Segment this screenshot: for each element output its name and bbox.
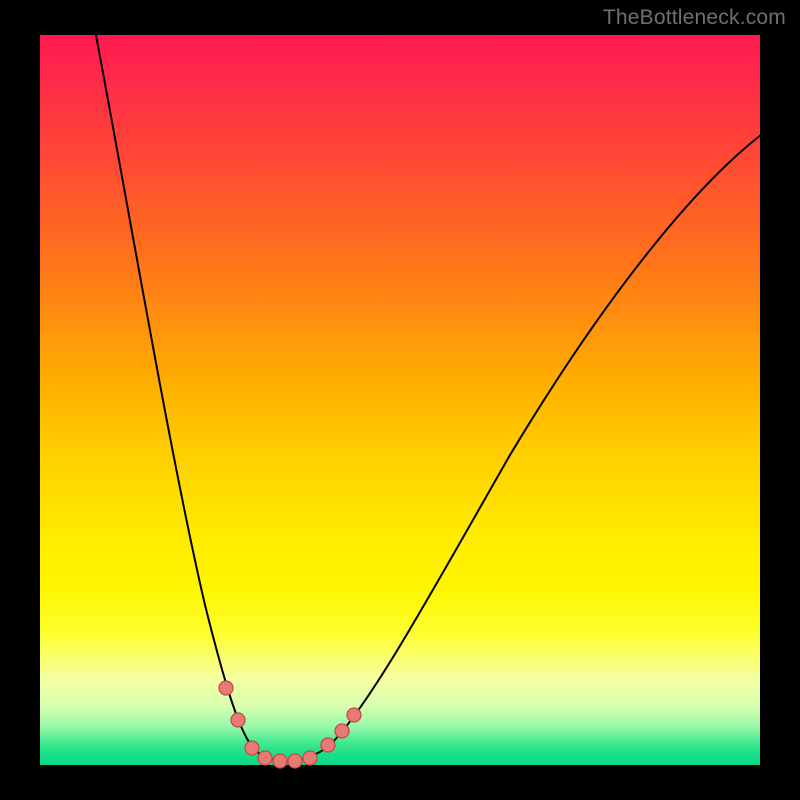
marker-dot	[321, 738, 335, 752]
watermark-text: TheBottleneck.com	[603, 6, 786, 30]
marker-dot	[231, 713, 245, 727]
marker-dot	[245, 741, 259, 755]
marker-dot	[288, 754, 302, 768]
curve-layer	[40, 35, 760, 765]
marker-dot	[258, 751, 272, 765]
marker-dot	[219, 681, 233, 695]
plot-area	[40, 35, 760, 765]
curve-left-branch	[95, 30, 285, 761]
curve-right-branch	[285, 135, 761, 761]
marker-dot	[273, 754, 287, 768]
marker-dot	[347, 708, 361, 722]
marker-dot	[335, 724, 349, 738]
marker-dot	[303, 751, 317, 765]
chart-frame: TheBottleneck.com	[0, 0, 800, 800]
